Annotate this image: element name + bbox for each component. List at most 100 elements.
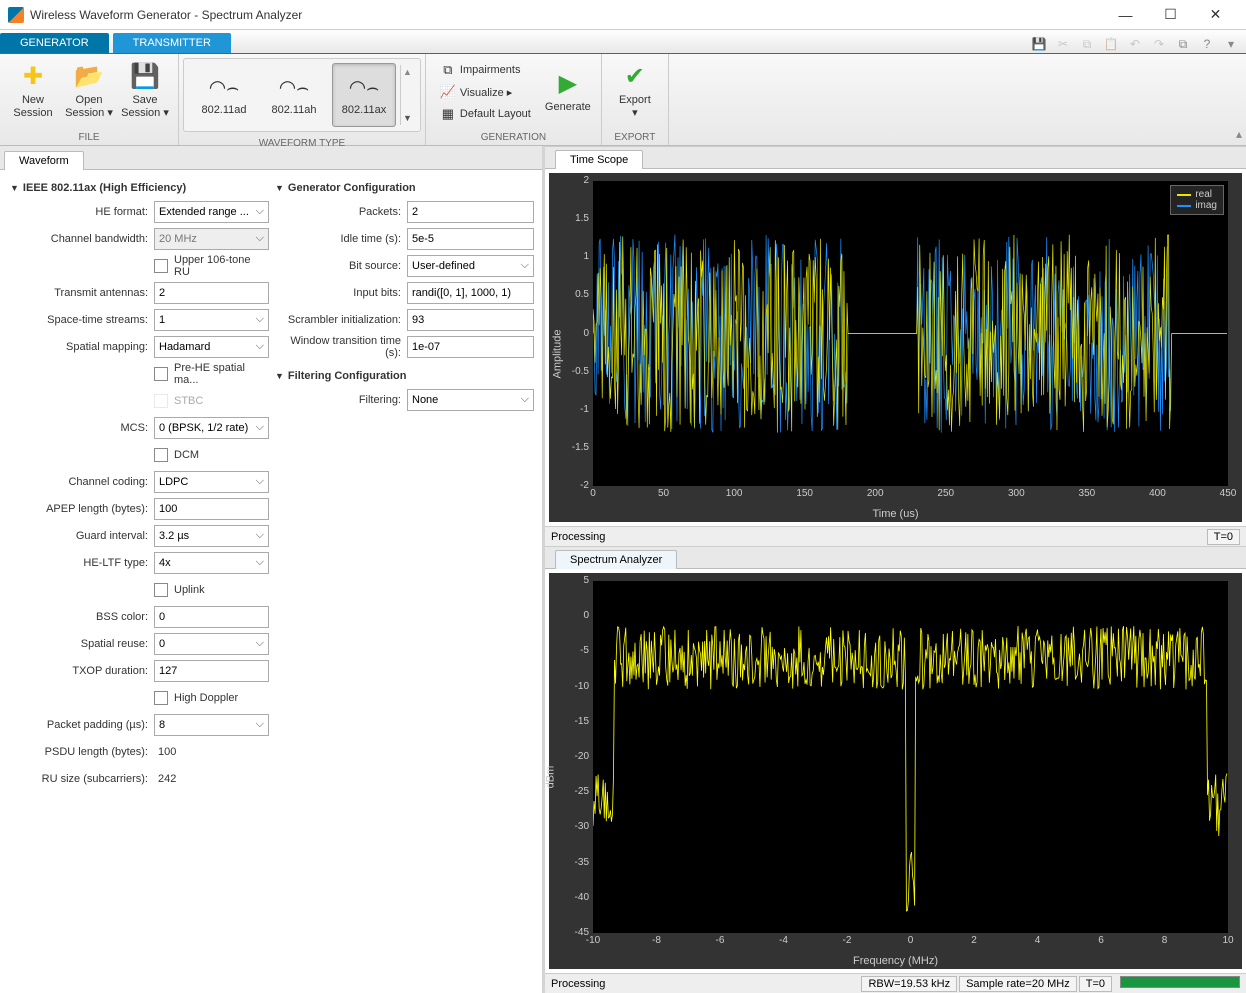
- section-gen-header[interactable]: Generator Configuration: [273, 178, 534, 198]
- waveform-80211ah-button[interactable]: ◠⌢802.11ah: [262, 63, 326, 127]
- dcm-checkbox[interactable]: [154, 448, 168, 462]
- filtering-label: Filtering:: [273, 394, 401, 406]
- heltf-label: HE-LTF type:: [8, 557, 148, 569]
- high-doppler-label: High Doppler: [174, 692, 238, 704]
- close-button[interactable]: ✕: [1193, 0, 1238, 30]
- chan-coding-label: Channel coding:: [8, 476, 148, 488]
- qa-help-icon[interactable]: ?: [1198, 35, 1216, 53]
- ribbon-tabstrip: GENERATOR TRANSMITTER 💾 ✂ ⧉ 📋 ↶ ↷ ⧉ ? ▾: [0, 30, 1246, 54]
- group-label-generation: GENERATION: [426, 130, 601, 145]
- maximize-button[interactable]: ☐: [1148, 0, 1193, 30]
- pkt-pad-select[interactable]: 8: [154, 714, 269, 736]
- packets-label: Packets:: [273, 206, 401, 218]
- apep-input[interactable]: 100: [154, 498, 269, 520]
- export-button[interactable]: ✔Export ▾: [608, 58, 662, 126]
- sp-xlabel: Frequency (MHz): [549, 955, 1242, 967]
- tab-waveform[interactable]: Waveform: [4, 151, 84, 170]
- inputbits-input[interactable]: randi([0, 1], 1000, 1): [407, 282, 534, 304]
- default-layout-button[interactable]: ▦Default Layout: [436, 104, 535, 124]
- txop-input[interactable]: 127: [154, 660, 269, 682]
- section-ieee-header[interactable]: IEEE 802.11ax (High Efficiency): [8, 178, 269, 198]
- tab-transmitter[interactable]: TRANSMITTER: [113, 33, 231, 53]
- psdu-label: PSDU length (bytes):: [8, 746, 148, 758]
- filtering-select[interactable]: None: [407, 389, 534, 411]
- sp-status-text: Processing: [551, 978, 605, 990]
- minimize-button[interactable]: —: [1103, 0, 1148, 30]
- mcs-select[interactable]: 0 (BPSK, 1/2 rate): [154, 417, 269, 439]
- spatial-map-label: Spatial mapping:: [8, 341, 148, 353]
- qa-cut-icon[interactable]: ✂: [1054, 35, 1072, 53]
- high-doppler-checkbox[interactable]: [154, 691, 168, 705]
- bitsrc-select[interactable]: User-defined: [407, 255, 534, 277]
- section-filter-header[interactable]: Filtering Configuration: [273, 366, 534, 386]
- stbc-label: STBC: [174, 395, 203, 407]
- qa-menu-icon[interactable]: ▾: [1222, 35, 1240, 53]
- generate-button[interactable]: ▶Generate: [541, 58, 595, 126]
- new-session-button[interactable]: ✚New Session: [6, 58, 60, 126]
- waveform-80211ax-button[interactable]: ◠⌢802.11ax: [332, 63, 396, 127]
- qa-copy-icon[interactable]: ⧉: [1078, 35, 1096, 53]
- wifi-icon: ◠⌢: [279, 75, 310, 100]
- he-format-label: HE format:: [8, 206, 148, 218]
- sp-statusbar: Processing RBW=19.53 kHz Sample rate=20 …: [545, 973, 1246, 993]
- sts-select[interactable]: 1: [154, 309, 269, 331]
- waveform-80211ad-button[interactable]: ◠⌢802.11ad: [192, 63, 256, 127]
- ru-value: 242: [154, 773, 176, 785]
- upper106-checkbox[interactable]: [154, 259, 168, 273]
- tx-ant-input[interactable]: 2: [154, 282, 269, 304]
- qa-undo-icon[interactable]: ↶: [1126, 35, 1144, 53]
- layout-icon: ▦: [440, 106, 456, 122]
- visualize-button[interactable]: 📈Visualize ▸: [436, 82, 535, 102]
- qa-paste-icon[interactable]: 📋: [1102, 35, 1120, 53]
- ts-legend: real imag: [1170, 185, 1224, 215]
- packets-input[interactable]: 2: [407, 201, 534, 223]
- app-logo-icon: [8, 7, 24, 23]
- idle-input[interactable]: 5e-5: [407, 228, 534, 250]
- spatial-reuse-select[interactable]: 0: [154, 633, 269, 655]
- he-format-select[interactable]: Extended range ...: [154, 201, 269, 223]
- ribbon-group-generation: ⧉Impairments 📈Visualize ▸ ▦Default Layou…: [426, 54, 602, 145]
- stbc-checkbox: [154, 394, 168, 408]
- mcs-label: MCS:: [8, 422, 148, 434]
- spectrum-plot[interactable]: dBm 50-5-10-15-20-25-30-35-40-45 -10-8-6…: [549, 573, 1242, 969]
- uplink-checkbox[interactable]: [154, 583, 168, 597]
- heltf-select[interactable]: 4x: [154, 552, 269, 574]
- ribbon-group-export: ✔Export ▾ EXPORT: [602, 54, 669, 145]
- tab-time-scope[interactable]: Time Scope: [555, 150, 643, 169]
- ribbon: ✚New Session 📂Open Session ▾ 💾Save Sessi…: [0, 54, 1246, 146]
- new-session-icon: ✚: [23, 63, 43, 92]
- waveform-gallery-up[interactable]: ▲: [403, 67, 412, 77]
- impairments-icon: ⧉: [440, 62, 456, 78]
- sp-sr-cell: Sample rate=20 MHz: [959, 976, 1077, 992]
- time-scope-plot[interactable]: Amplitude real imag 21.510.50-0.5-1-1.5-…: [549, 173, 1242, 522]
- sp-time-cell: T=0: [1079, 976, 1112, 992]
- chan-coding-select[interactable]: LDPC: [154, 471, 269, 493]
- wifi-icon: ◠⌢: [349, 75, 380, 100]
- qa-dock-icon[interactable]: ⧉: [1174, 35, 1192, 53]
- wintrans-label: Window transition time (s):: [273, 335, 401, 359]
- idle-label: Idle time (s):: [273, 233, 401, 245]
- ribbon-group-waveform: ◠⌢802.11ad ◠⌢802.11ah ◠⌢802.11ax ▲ ▼ WAV…: [179, 54, 426, 145]
- prehe-checkbox[interactable]: [154, 367, 168, 381]
- wintrans-input[interactable]: 1e-07: [407, 336, 534, 358]
- tab-generator[interactable]: GENERATOR: [0, 33, 109, 53]
- qa-redo-icon[interactable]: ↷: [1150, 35, 1168, 53]
- spatial-map-select[interactable]: Hadamard: [154, 336, 269, 358]
- impairments-button[interactable]: ⧉Impairments: [436, 60, 535, 80]
- txop-label: TXOP duration:: [8, 665, 148, 677]
- right-pane: Time Scope Amplitude real imag 21.510.50…: [545, 146, 1246, 993]
- group-label-file: FILE: [0, 130, 178, 145]
- waveform-gallery-down[interactable]: ▼: [403, 113, 412, 123]
- guard-select[interactable]: 3.2 µs: [154, 525, 269, 547]
- uplink-label: Uplink: [174, 584, 205, 596]
- bss-input[interactable]: 0: [154, 606, 269, 628]
- tab-spectrum[interactable]: Spectrum Analyzer: [555, 550, 677, 569]
- ribbon-collapse-icon[interactable]: ▴: [1236, 127, 1242, 141]
- tx-ant-label: Transmit antennas:: [8, 287, 148, 299]
- scrambler-input[interactable]: 93: [407, 309, 534, 331]
- apep-label: APEP length (bytes):: [8, 503, 148, 515]
- qa-save-icon[interactable]: 💾: [1030, 35, 1048, 53]
- quick-access-toolbar: 💾 ✂ ⧉ 📋 ↶ ↷ ⧉ ? ▾: [1024, 35, 1246, 53]
- save-session-button[interactable]: 💾Save Session ▾: [118, 58, 172, 126]
- open-session-button[interactable]: 📂Open Session ▾: [62, 58, 116, 126]
